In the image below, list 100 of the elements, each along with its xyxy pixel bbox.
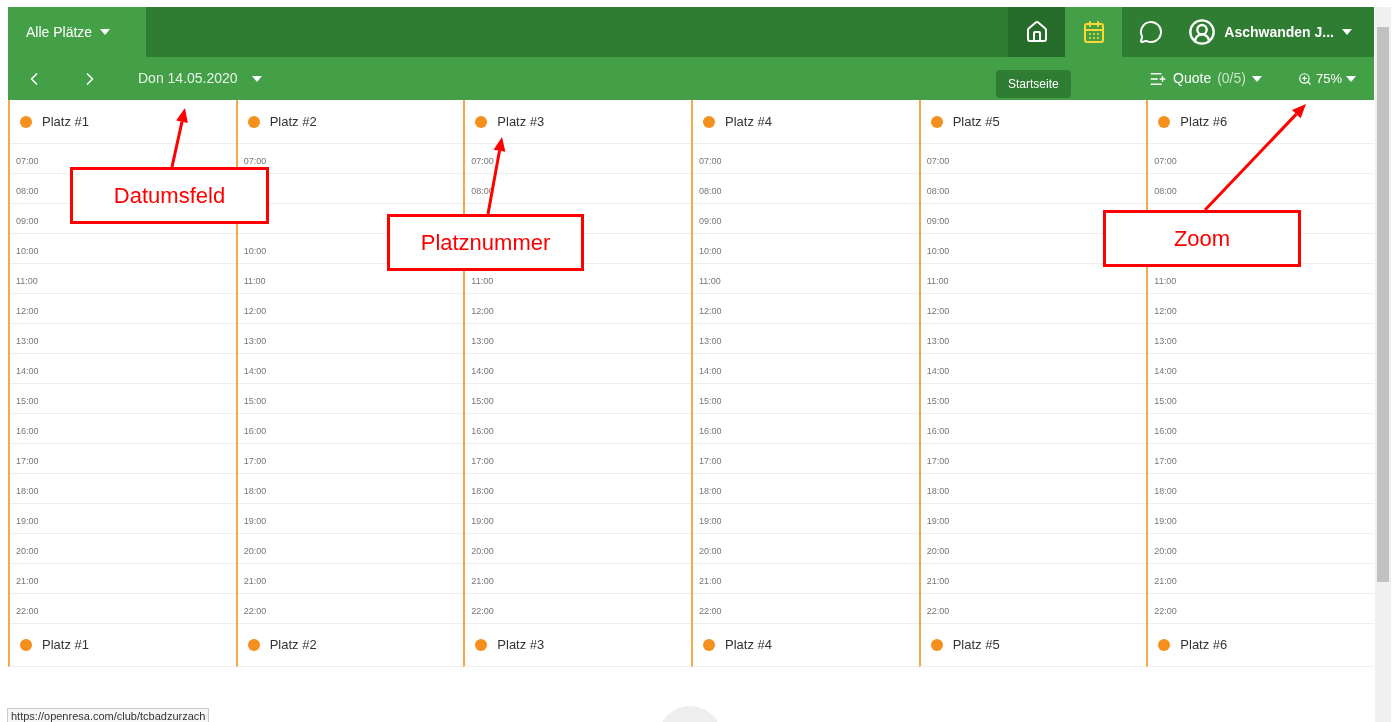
nav-tab[interactable] (1008, 7, 1066, 57)
court-name: Platz #1 (42, 112, 89, 131)
time-label: 17:00 (16, 456, 39, 466)
time-label: 07:00 (926, 156, 950, 166)
time-label: 13:00 (1154, 336, 1177, 346)
time-label: 21:00 (926, 576, 950, 586)
time-label: 15:00 (926, 396, 950, 406)
time-label: 21:00 (243, 576, 267, 586)
time-label: 11:00 (1154, 276, 1177, 286)
time-label: 15:00 (471, 396, 494, 406)
time-label: 16:00 (471, 426, 494, 436)
time-label: 14:00 (243, 366, 267, 376)
time-label: 21:00 (471, 576, 494, 586)
court-name: Platz #6 (1180, 112, 1228, 131)
time-label: 17:00 (699, 456, 722, 466)
caret-icon (1251, 75, 1262, 82)
time-label: 08:00 (1154, 186, 1177, 196)
court-name: Platz #3 (497, 112, 545, 131)
time-label: 11:00 (699, 276, 721, 286)
time-label: 20:00 (16, 546, 39, 556)
time-label: 10:00 (699, 246, 722, 256)
time-label: 17:00 (926, 456, 950, 466)
time-label: 12:00 (1154, 306, 1177, 316)
callout-label: Datumsfeld (70, 167, 269, 224)
time-label: 09:00 (926, 216, 950, 226)
time-label: 07:00 (471, 156, 494, 166)
time-label: 10:00 (16, 246, 39, 256)
court-filter-dropdown[interactable]: Alle Plätze (8, 7, 146, 57)
time-label: 14:00 (699, 366, 722, 376)
time-label: 10:00 (926, 246, 950, 256)
time-label: 08:00 (699, 186, 722, 196)
quote-count: (0/5) (1217, 69, 1246, 88)
court-name: Platz #1 (42, 636, 89, 655)
callout-label: Zoom (1103, 210, 1301, 267)
time-label: 16:00 (699, 426, 722, 436)
caret-icon (251, 75, 262, 82)
time-label: 18:00 (243, 486, 267, 496)
time-label: 13:00 (16, 336, 39, 346)
time-label: 19:00 (699, 516, 722, 526)
time-label: 08:00 (16, 186, 39, 196)
court-name: Platz #3 (497, 636, 545, 655)
caret-icon (1346, 75, 1356, 82)
time-label: 15:00 (16, 396, 39, 406)
time-label: 12:00 (926, 306, 950, 316)
status-url: https://openresa.com/club/tcbadzurzach (7, 708, 210, 722)
court-name: Platz #4 (725, 636, 772, 655)
time-label: 12:00 (243, 306, 267, 316)
time-label: 17:00 (243, 456, 267, 466)
time-label: 13:00 (243, 336, 267, 346)
time-label: 15:00 (699, 396, 722, 406)
time-label: 20:00 (699, 546, 722, 556)
tooltip: Startseite (996, 70, 1071, 98)
time-label: 16:00 (1154, 426, 1177, 436)
home-icon (1024, 20, 1049, 44)
court-name: Platz #6 (1180, 636, 1228, 655)
time-label: 12:00 (699, 306, 722, 316)
court-name: Platz #4 (725, 112, 772, 131)
time-label: 22:00 (243, 606, 267, 616)
time-label: 18:00 (1154, 486, 1177, 496)
time-label: 12:00 (16, 306, 39, 316)
zoom-dropdown[interactable]: 75% (1297, 68, 1356, 89)
chat-icon (1138, 20, 1163, 44)
time-label: 22:00 (471, 606, 494, 616)
scrollbar[interactable] (1375, 7, 1391, 722)
time-label: 19:00 (1154, 516, 1177, 526)
time-label: 09:00 (699, 216, 722, 226)
time-label: 17:00 (1154, 456, 1177, 466)
time-label: 22:00 (926, 606, 950, 616)
time-label: 07:00 (1154, 156, 1177, 166)
time-label: 10:00 (243, 246, 267, 256)
time-label: 22:00 (699, 606, 722, 616)
user-menu[interactable]: Aschwanden J... (1179, 7, 1374, 57)
zoom-icon (1297, 71, 1312, 86)
time-label: 19:00 (243, 516, 267, 526)
date-field[interactable]: Don 14.05.2020 (138, 68, 262, 89)
time-label: 21:00 (1154, 576, 1177, 586)
time-label: 16:00 (926, 426, 950, 436)
time-label: 07:00 (243, 156, 267, 166)
court-name: Platz #5 (952, 112, 1000, 131)
quote-dropdown[interactable]: Quote (0/5) (1149, 68, 1262, 89)
time-label: 17:00 (471, 456, 494, 466)
time-label: 20:00 (926, 546, 950, 556)
court-name: Platz #2 (269, 636, 317, 655)
time-label: 20:00 (471, 546, 494, 556)
time-label: 15:00 (1154, 396, 1177, 406)
time-label: 22:00 (16, 606, 39, 616)
time-label: 14:00 (1154, 366, 1177, 376)
time-label: 14:00 (16, 366, 39, 376)
time-label: 11:00 (471, 276, 494, 286)
time-label: 13:00 (471, 336, 494, 346)
time-label: 15:00 (243, 396, 267, 406)
time-label: 16:00 (243, 426, 267, 436)
time-label: 19:00 (16, 516, 39, 526)
time-label: 07:00 (16, 156, 39, 166)
time-label: 21:00 (699, 576, 722, 586)
time-label: 12:00 (471, 306, 494, 316)
callout-label: Platznummer (387, 214, 584, 271)
time-label: 22:00 (1154, 606, 1177, 616)
callout-arrow (170, 108, 188, 168)
time-label: 18:00 (471, 486, 494, 496)
